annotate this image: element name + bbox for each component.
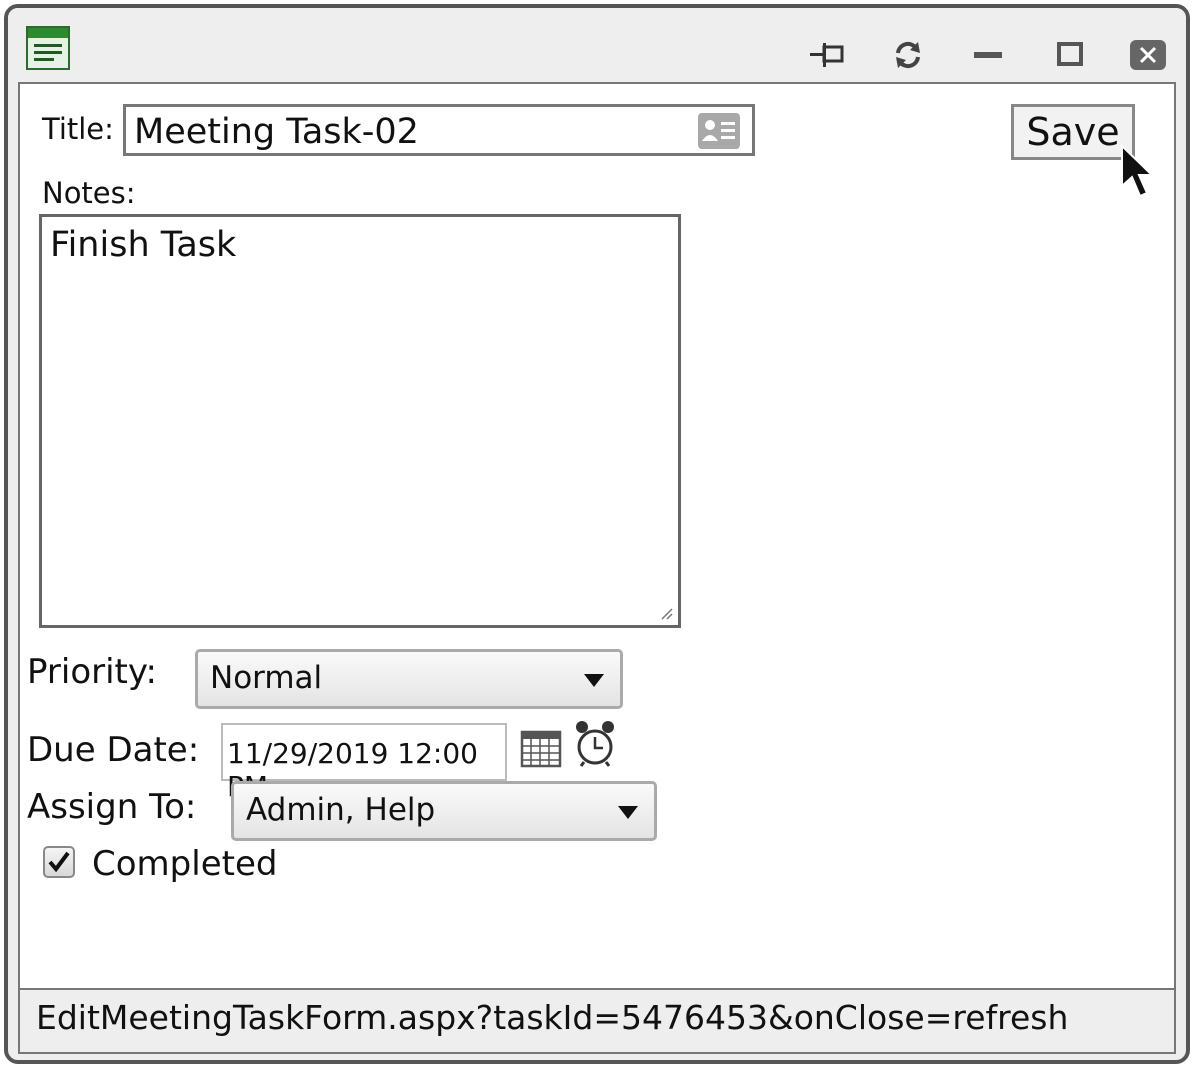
checkmark-icon (48, 851, 70, 873)
status-bar: EditMeetingTaskForm.aspx?taskId=5476453&… (18, 990, 1176, 1054)
priority-label: Priority: (27, 652, 157, 692)
resize-handle-icon[interactable] (660, 607, 674, 621)
notes-textarea[interactable]: Finish Task (39, 214, 681, 628)
chevron-down-icon (618, 806, 638, 819)
assign-to-value: Admin, Help (246, 792, 436, 828)
maximize-icon[interactable] (1050, 38, 1090, 72)
application-window: Title: Meeting Task-02 Save Notes: Finis… (4, 4, 1190, 1064)
assign-to-label: Assign To: (27, 787, 197, 827)
pin-icon[interactable] (808, 38, 848, 72)
notes-value: Finish Task (50, 225, 237, 265)
alarm-clock-icon[interactable] (574, 720, 616, 768)
due-date-label: Due Date: (27, 730, 200, 770)
due-date-input[interactable]: 11/29/2019 12:00 PM (221, 723, 507, 803)
calendar-icon[interactable] (520, 730, 562, 768)
status-url: EditMeetingTaskForm.aspx?taskId=5476453&… (36, 998, 1069, 1037)
priority-select[interactable]: Normal (195, 649, 623, 709)
contact-card-icon[interactable] (698, 113, 740, 149)
mouse-cursor-icon (1121, 144, 1154, 198)
minimize-icon[interactable] (968, 38, 1008, 72)
close-icon[interactable] (1128, 38, 1168, 72)
form-content: Title: Meeting Task-02 Save Notes: Finis… (18, 82, 1176, 990)
form-window-icon (26, 26, 70, 70)
completed-checkbox[interactable] (43, 846, 75, 878)
chevron-down-icon (584, 674, 604, 687)
title-value: Meeting Task-02 (134, 112, 419, 152)
completed-label: Completed (92, 844, 278, 884)
notes-label: Notes: (42, 176, 136, 210)
priority-value: Normal (210, 660, 323, 696)
save-button[interactable]: Save (1011, 104, 1135, 160)
title-bar (8, 8, 1186, 82)
assign-to-select[interactable]: Admin, Help (231, 781, 657, 841)
title-input[interactable]: Meeting Task-02 (123, 104, 755, 156)
title-label: Title: (42, 112, 114, 146)
refresh-icon[interactable] (888, 38, 928, 72)
